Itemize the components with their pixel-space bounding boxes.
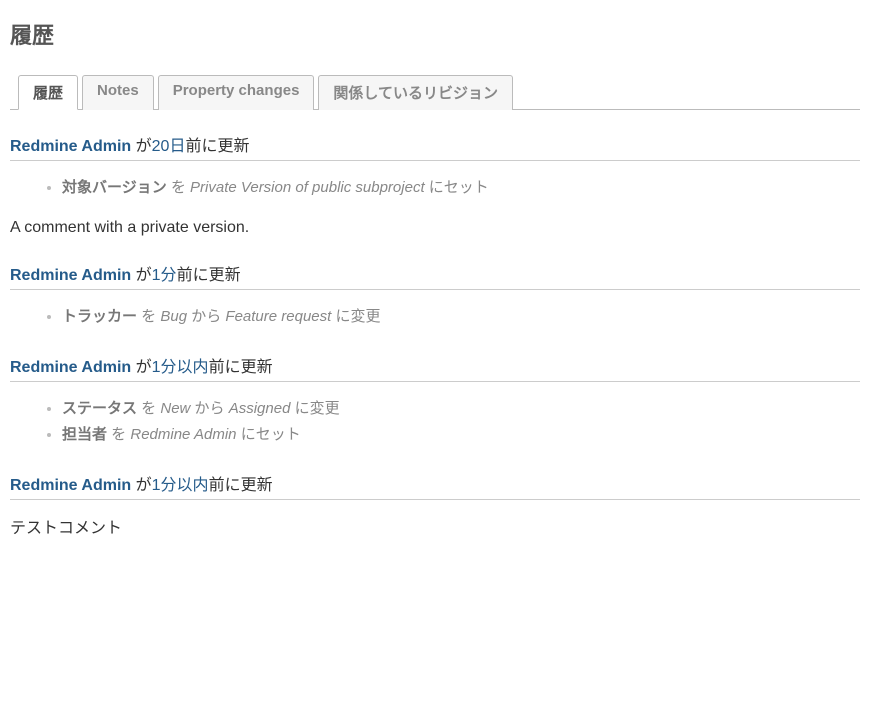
journal-details-list: トラッカー を Bug から Feature request に変更 <box>10 304 860 330</box>
journal-header: Redmine Admin が20日前に更新 <box>10 132 860 161</box>
journal-entry: Redmine Admin が20日前に更新対象バージョン を Private … <box>10 132 860 237</box>
tab-1[interactable]: Notes <box>82 75 154 110</box>
page-title: 履歴 <box>10 18 860 50</box>
journal-detail-item: 担当者 を Redmine Admin にセット <box>62 422 860 448</box>
journal-suffix-text: 前に更新 <box>209 477 273 494</box>
journals-container: Redmine Admin が20日前に更新対象バージョン を Private … <box>10 132 860 538</box>
journal-time-link[interactable]: 20日 <box>152 138 186 155</box>
detail-value: Feature request <box>225 308 331 325</box>
journal-ga-text: が <box>131 359 151 376</box>
detail-text: を <box>167 179 190 196</box>
detail-text: を <box>137 308 160 325</box>
journal-detail-item: ステータス を New から Assigned に変更 <box>62 396 860 422</box>
detail-text: から <box>190 400 228 417</box>
detail-text: に変更 <box>331 308 380 325</box>
journal-detail-item: 対象バージョン を Private Version of public subp… <box>62 175 860 201</box>
detail-property: トラッカー <box>62 308 137 325</box>
detail-property: 担当者 <box>62 426 107 443</box>
detail-value: Private Version of public subproject <box>190 179 425 196</box>
detail-property: 対象バージョン <box>62 179 167 196</box>
journal-user-link[interactable]: Redmine Admin <box>10 267 131 284</box>
detail-value: New <box>160 400 190 417</box>
tab-0[interactable]: 履歴 <box>18 75 78 110</box>
journal-user-link[interactable]: Redmine Admin <box>10 138 131 155</box>
detail-value: Redmine Admin <box>130 426 236 443</box>
tab-2[interactable]: Property changes <box>158 75 315 110</box>
journal-suffix-text: 前に更新 <box>209 359 273 376</box>
journal-time-link[interactable]: 1分 <box>152 267 177 284</box>
journal-entry: Redmine Admin が1分以内前に更新ステータス を New から As… <box>10 353 860 447</box>
detail-text: を <box>107 426 130 443</box>
journal-ga-text: が <box>131 267 151 284</box>
journal-time-link[interactable]: 1分以内 <box>152 477 209 494</box>
detail-text: から <box>187 308 225 325</box>
journal-note: テストコメント <box>10 514 860 538</box>
journal-ga-text: が <box>131 477 151 494</box>
journal-user-link[interactable]: Redmine Admin <box>10 477 131 494</box>
detail-text: に変更 <box>290 400 339 417</box>
tabs-container: 履歴NotesProperty changes関係しているリビジョン <box>10 74 860 110</box>
tab-3[interactable]: 関係しているリビジョン <box>318 75 513 110</box>
detail-property: ステータス <box>62 400 137 417</box>
journal-detail-item: トラッカー を Bug から Feature request に変更 <box>62 304 860 330</box>
journal-header: Redmine Admin が1分以内前に更新 <box>10 353 860 382</box>
journal-suffix-text: 前に更新 <box>177 267 241 284</box>
journal-time-link[interactable]: 1分以内 <box>152 359 209 376</box>
journal-suffix-text: 前に更新 <box>185 138 249 155</box>
detail-value: Assigned <box>229 400 291 417</box>
journal-details-list: ステータス を New から Assigned に変更担当者 を Redmine… <box>10 396 860 447</box>
journal-user-link[interactable]: Redmine Admin <box>10 359 131 376</box>
journal-entry: Redmine Admin が1分以内前に更新テストコメント <box>10 471 860 538</box>
journal-entry: Redmine Admin が1分前に更新トラッカー を Bug から Feat… <box>10 261 860 330</box>
journal-header: Redmine Admin が1分以内前に更新 <box>10 471 860 500</box>
detail-value: Bug <box>160 308 187 325</box>
detail-text: にセット <box>237 426 301 443</box>
journal-ga-text: が <box>131 138 151 155</box>
journal-details-list: 対象バージョン を Private Version of public subp… <box>10 175 860 201</box>
journal-note: A comment with a private version. <box>10 219 860 237</box>
detail-text: にセット <box>425 179 489 196</box>
journal-header: Redmine Admin が1分前に更新 <box>10 261 860 290</box>
detail-text: を <box>137 400 160 417</box>
